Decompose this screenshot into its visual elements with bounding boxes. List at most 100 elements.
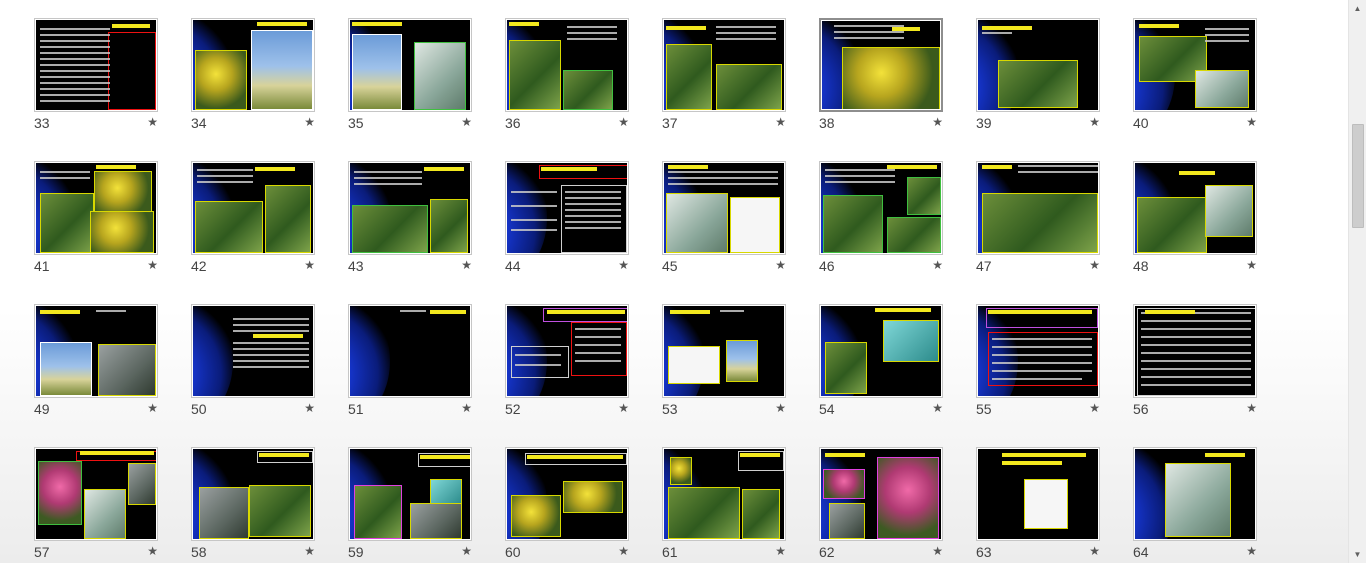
slide-frame[interactable] [348, 447, 472, 541]
slide-thumbnail-57[interactable]: 57 ★ [34, 447, 158, 565]
slide-frame[interactable] [505, 161, 629, 255]
slide-thumbnail-46[interactable]: 46 ★ [819, 161, 943, 279]
animation-star-icon[interactable]: ★ [932, 258, 943, 272]
slide-thumbnail-33[interactable]: 33 ★ [34, 18, 158, 136]
animation-star-icon[interactable]: ★ [618, 401, 629, 415]
animation-star-icon[interactable]: ★ [147, 401, 158, 415]
animation-star-icon[interactable]: ★ [618, 258, 629, 272]
animation-star-icon[interactable]: ★ [304, 544, 315, 558]
animation-star-icon[interactable]: ★ [1246, 258, 1257, 272]
slide-frame[interactable] [662, 18, 786, 112]
slide-frame[interactable] [976, 304, 1100, 398]
slide-thumbnail-47[interactable]: 47 ★ [976, 161, 1100, 279]
slide-frame[interactable] [348, 18, 472, 112]
slide-thumbnail-59[interactable]: 59 ★ [348, 447, 472, 565]
slide-thumbnail-37[interactable]: 37 ★ [662, 18, 786, 136]
slide-thumbnail-42[interactable]: 42 ★ [191, 161, 315, 279]
slide-thumbnail-55[interactable]: 55 ★ [976, 304, 1100, 422]
animation-star-icon[interactable]: ★ [775, 544, 786, 558]
slide-frame[interactable] [191, 447, 315, 541]
slide-thumbnail-40[interactable]: 40 ★ [1133, 18, 1257, 136]
slide-frame[interactable] [1133, 161, 1257, 255]
animation-star-icon[interactable]: ★ [1246, 115, 1257, 129]
animation-star-icon[interactable]: ★ [304, 401, 315, 415]
slide-thumbnail-54[interactable]: 54 ★ [819, 304, 943, 422]
animation-star-icon[interactable]: ★ [618, 544, 629, 558]
slide-frame[interactable] [34, 304, 158, 398]
slide-thumbnail-53[interactable]: 53 ★ [662, 304, 786, 422]
slide-frame[interactable] [662, 447, 786, 541]
slide-thumbnail-50[interactable]: 50 ★ [191, 304, 315, 422]
slide-thumbnail-64[interactable]: 64 ★ [1133, 447, 1257, 565]
slide-thumbnail-34[interactable]: 34 ★ [191, 18, 315, 136]
slide-frame[interactable] [505, 18, 629, 112]
animation-star-icon[interactable]: ★ [618, 115, 629, 129]
slide-thumbnail-51[interactable]: 51 ★ [348, 304, 472, 422]
slide-frame[interactable] [662, 161, 786, 255]
animation-star-icon[interactable]: ★ [1089, 115, 1100, 129]
animation-star-icon[interactable]: ★ [932, 401, 943, 415]
slide-thumbnail-38[interactable]: 38 ★ [819, 18, 943, 136]
slide-frame[interactable] [1133, 447, 1257, 541]
slide-frame[interactable] [348, 161, 472, 255]
animation-star-icon[interactable]: ★ [775, 258, 786, 272]
slide-frame[interactable] [819, 161, 943, 255]
slide-frame[interactable] [505, 447, 629, 541]
scroll-thumb[interactable] [1352, 124, 1364, 228]
slide-thumbnail-48[interactable]: 48 ★ [1133, 161, 1257, 279]
animation-star-icon[interactable]: ★ [775, 115, 786, 129]
slide-frame[interactable] [819, 447, 943, 541]
animation-star-icon[interactable]: ★ [775, 401, 786, 415]
slide-frame[interactable] [976, 161, 1100, 255]
animation-star-icon[interactable]: ★ [304, 115, 315, 129]
slide-frame[interactable] [1133, 304, 1257, 398]
animation-star-icon[interactable]: ★ [1089, 544, 1100, 558]
animation-star-icon[interactable]: ★ [932, 544, 943, 558]
slide-frame[interactable] [819, 18, 943, 112]
slide-thumbnail-39[interactable]: 39 ★ [976, 18, 1100, 136]
slide-frame[interactable] [34, 161, 158, 255]
slide-frame[interactable] [819, 304, 943, 398]
animation-star-icon[interactable]: ★ [461, 544, 472, 558]
slide-thumbnail-60[interactable]: 60 ★ [505, 447, 629, 565]
slide-frame[interactable] [505, 304, 629, 398]
slide-thumbnail-52[interactable]: 52 ★ [505, 304, 629, 422]
slide-thumbnail-41[interactable]: 41 ★ [34, 161, 158, 279]
slide-frame[interactable] [34, 447, 158, 541]
slide-frame[interactable] [348, 304, 472, 398]
slide-frame[interactable] [191, 304, 315, 398]
slide-thumbnail-62[interactable]: 62 ★ [819, 447, 943, 565]
animation-star-icon[interactable]: ★ [1089, 258, 1100, 272]
slide-thumbnail-58[interactable]: 58 ★ [191, 447, 315, 565]
slide-frame[interactable] [976, 447, 1100, 541]
slide-frame[interactable] [191, 18, 315, 112]
slide-thumbnail-63[interactable]: 63 ★ [976, 447, 1100, 565]
animation-star-icon[interactable]: ★ [147, 544, 158, 558]
animation-star-icon[interactable]: ★ [1246, 544, 1257, 558]
slide-frame[interactable] [976, 18, 1100, 112]
animation-star-icon[interactable]: ★ [932, 115, 943, 129]
slide-frame[interactable] [191, 161, 315, 255]
slide-frame[interactable] [1133, 18, 1257, 112]
animation-star-icon[interactable]: ★ [461, 401, 472, 415]
animation-star-icon[interactable]: ★ [1246, 401, 1257, 415]
slide-thumbnail-35[interactable]: 35 ★ [348, 18, 472, 136]
slide-thumbnail-43[interactable]: 43 ★ [348, 161, 472, 279]
animation-star-icon[interactable]: ★ [147, 258, 158, 272]
slide-thumbnail-36[interactable]: 36 ★ [505, 18, 629, 136]
animation-star-icon[interactable]: ★ [461, 258, 472, 272]
vertical-scrollbar[interactable]: ▲ ▼ [1348, 0, 1366, 563]
animation-star-icon[interactable]: ★ [1089, 401, 1100, 415]
slide-thumbnail-44[interactable]: 44 ★ [505, 161, 629, 279]
animation-star-icon[interactable]: ★ [461, 115, 472, 129]
animation-star-icon[interactable]: ★ [304, 258, 315, 272]
slide-thumbnail-45[interactable]: 45 ★ [662, 161, 786, 279]
animation-star-icon[interactable]: ★ [147, 115, 158, 129]
slide-frame[interactable] [34, 18, 158, 112]
slide-thumbnail-49[interactable]: 49 ★ [34, 304, 158, 422]
slide-thumbnail-56[interactable]: 56 ★ [1133, 304, 1257, 422]
slide-thumbnail-61[interactable]: 61 ★ [662, 447, 786, 565]
slide-frame[interactable] [662, 304, 786, 398]
scroll-up-icon[interactable]: ▲ [1349, 0, 1366, 17]
scroll-down-icon[interactable]: ▼ [1349, 546, 1366, 563]
